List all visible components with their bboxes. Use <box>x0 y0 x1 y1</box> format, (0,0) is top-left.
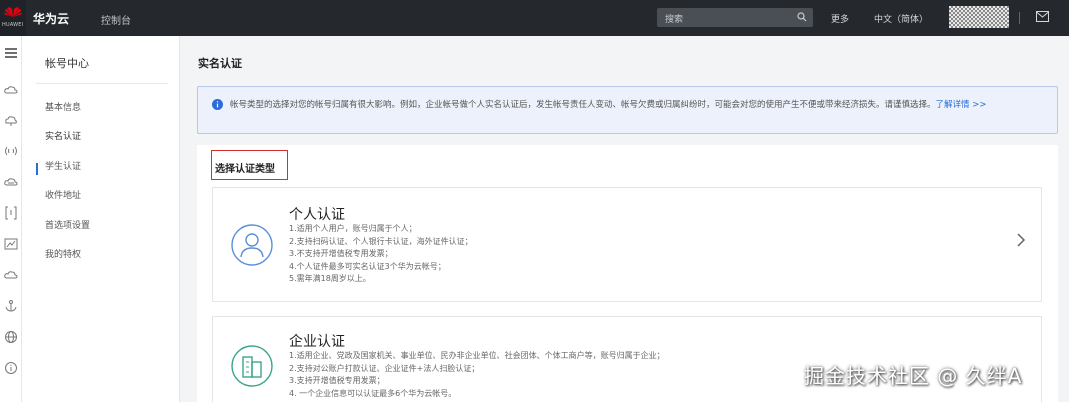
bracket-icon[interactable] <box>4 206 18 220</box>
section-title-box: 选择认证类型 <box>211 150 288 180</box>
section-title: 选择认证类型 <box>215 164 275 175</box>
option-line: 2.支持扫码认证、个人银行卡认证，海外证件认证； <box>289 236 473 246</box>
service-icon-rail <box>0 36 22 402</box>
option-description: 1.适用个人用户，账号归属于个人； 2.支持扫码认证、个人银行卡认证，海外证件认… <box>289 223 473 286</box>
globe-icon[interactable] <box>4 330 18 344</box>
anchor-icon[interactable] <box>4 299 18 313</box>
nav-item-shipping-address[interactable]: 收件地址 <box>45 188 81 201</box>
search-box[interactable]: 搜索 <box>657 8 813 27</box>
divider <box>1019 12 1020 24</box>
person-icon <box>231 224 273 266</box>
watermark: 掘金技术社区 @ 久绊A <box>804 364 1023 388</box>
language-selector[interactable]: 中文（简体） <box>874 12 928 25</box>
option-line: 3.支持开增值税专用发票； <box>289 376 385 385</box>
page-title: 实名认证 <box>198 57 242 70</box>
option-title: 个人认证 <box>289 207 345 223</box>
nav-item-student-auth[interactable]: 学生认证 <box>45 159 81 172</box>
enterprise-auth-option[interactable]: 企业认证 1.适用企业、党政及国家机关、事业单位、民办非企业单位、社会团体、个体… <box>212 316 1042 402</box>
learn-more-link[interactable]: 了解详情 >> <box>936 100 987 110</box>
more-menu[interactable]: 更多 <box>831 12 849 25</box>
nav-item-preferences[interactable]: 首选项设置 <box>45 218 90 231</box>
nav-item-real-name-auth[interactable]: 实名认证 <box>45 129 81 142</box>
building-icon <box>231 345 273 387</box>
chart-icon[interactable] <box>4 237 18 251</box>
active-indicator <box>36 163 38 175</box>
option-description: 1.适用企业、党政及国家机关、事业单位、民办非企业单位、社会团体、个体工商户等，… <box>289 350 665 400</box>
user-avatar[interactable] <box>949 6 1009 28</box>
console-link[interactable]: 控制台 <box>101 12 131 27</box>
option-line: 1.适用个人用户，账号归属于个人； <box>289 224 417 233</box>
nav-item-my-privileges[interactable]: 我的特权 <box>45 247 81 260</box>
info-icon <box>212 99 223 110</box>
nav-item-basic-info[interactable]: 基本信息 <box>45 100 81 113</box>
option-line: 3.不支持开增值税专用发票； <box>289 249 393 258</box>
option-line: 4.个人证件最多可实名认证3个华为云帐号； <box>289 261 446 271</box>
nav-title: 帐号中心 <box>45 57 89 70</box>
huawei-logo-icon <box>4 7 22 17</box>
logo-text: HUAWEI <box>2 22 24 28</box>
search-input[interactable]: 搜索 <box>665 12 683 25</box>
notice-message: 帐号类型的选择对您的帐号归属有很大影响。例如，企业帐号做个人实名认证后，发生帐号… <box>230 100 936 110</box>
server-icon[interactable] <box>4 113 18 127</box>
signal-icon[interactable] <box>4 144 18 158</box>
menu-icon[interactable] <box>4 46 18 60</box>
mail-icon[interactable] <box>1036 11 1049 22</box>
option-line: 2.支持对公账户打款认证、企业证件+法人扫脸认证； <box>289 363 480 373</box>
option-line: 1.适用企业、党政及国家机关、事业单位、民办非企业单位、社会团体、个体工商户等，… <box>289 351 665 360</box>
cloud-storage-icon[interactable] <box>4 268 18 282</box>
info-circle-icon[interactable] <box>4 361 18 375</box>
top-bar: HUAWEI 华为云 控制台 搜索 更多 中文（简体） <box>0 0 1069 36</box>
brand-name[interactable]: 华为云 <box>33 10 69 27</box>
notice-banner: 帐号类型的选择对您的帐号归属有很大影响。例如，企业帐号做个人实名认证后，发生帐号… <box>197 86 1058 134</box>
personal-auth-option[interactable]: 个人认证 1.适用个人用户，账号归属于个人； 2.支持扫码认证、个人银行卡认证，… <box>212 187 1042 302</box>
nav-divider <box>36 83 168 84</box>
option-line: 4. 一个企业信息可以认证最多6个华为云帐号。 <box>289 388 457 398</box>
option-line: 5.需年满18周岁以上。 <box>289 274 371 283</box>
chevron-right-icon[interactable] <box>1016 232 1026 248</box>
option-title: 企业认证 <box>289 334 345 350</box>
database-cloud-icon[interactable] <box>4 175 18 189</box>
search-icon[interactable] <box>797 12 807 22</box>
notice-text: 帐号类型的选择对您的帐号归属有很大影响。例如，企业帐号做个人实名认证后，发生帐号… <box>230 98 1050 112</box>
account-center-nav: 帐号中心 基本信息 实名认证 学生认证 收件地址 首选项设置 我的特权 <box>22 36 180 402</box>
huawei-logo[interactable]: HUAWEI <box>0 0 26 36</box>
cloud-icon[interactable] <box>4 83 18 97</box>
